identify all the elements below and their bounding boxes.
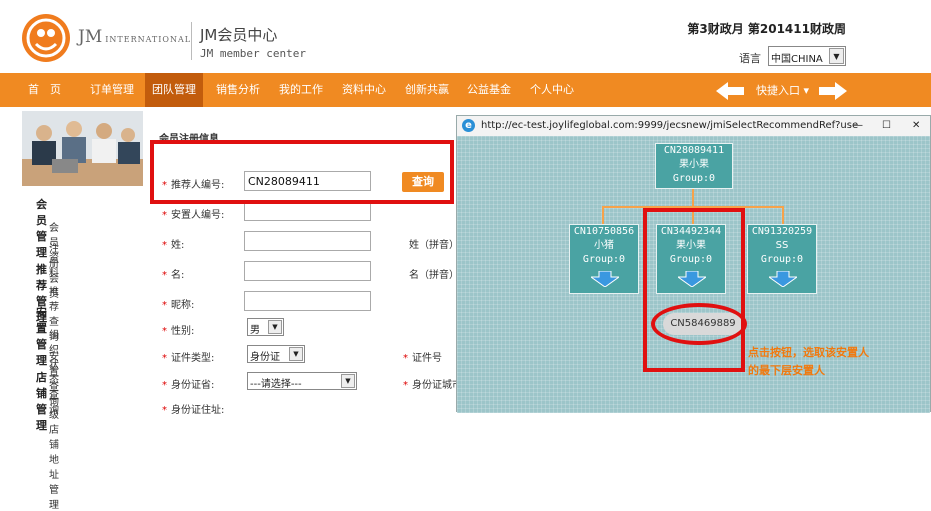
branch-highlight-box bbox=[643, 208, 745, 372]
city-label: * 身份证城市 bbox=[403, 380, 462, 391]
name-input[interactable] bbox=[244, 261, 371, 281]
surname-input[interactable] bbox=[244, 231, 371, 251]
nav-resources[interactable]: 资料中心 bbox=[342, 73, 386, 107]
chevron-down-icon: ▼ bbox=[341, 374, 355, 388]
tree-connector bbox=[782, 206, 784, 226]
nav-orders[interactable]: 订单管理 bbox=[90, 73, 134, 107]
tree-root-node[interactable]: CN28089411 果小果 Group:0 bbox=[655, 143, 733, 189]
leaf-highlight-circle bbox=[651, 303, 747, 345]
nickname-label: * 昵称: bbox=[162, 300, 195, 311]
header: JM INTERNATIONAL JM会员中心 JM member center … bbox=[0, 0, 931, 72]
gender-select[interactable]: 男 ▼ bbox=[247, 318, 284, 336]
recommend-popup: e http://ec-test.joylifeglobal.com:9999/… bbox=[456, 115, 931, 413]
nickname-input[interactable] bbox=[244, 291, 371, 311]
chevron-down-icon: ▼ bbox=[829, 48, 844, 64]
name-pinyin-label: 名（拼音） bbox=[409, 270, 459, 281]
id-type-select[interactable]: 身份证 ▼ bbox=[247, 345, 305, 363]
surname-label: * 姓: bbox=[162, 240, 185, 251]
center-title: JM会员中心 bbox=[200, 26, 278, 44]
sidebar-group-store: 店铺管理 bbox=[36, 371, 47, 432]
surname-pinyin-label: 姓（拼音） bbox=[409, 240, 459, 251]
tree-canvas: CN28089411 果小果 Group:0 CN10750856 小猪 Gro… bbox=[457, 136, 930, 413]
sidebar-group-member: 会员管理 bbox=[36, 198, 47, 259]
popup-titlebar: e http://ec-test.joylifeglobal.com:9999/… bbox=[457, 116, 930, 136]
language-select[interactable]: 中国CHINA ▼ bbox=[768, 46, 846, 66]
name-label: * 名: bbox=[162, 270, 185, 281]
download-arrow-icon[interactable] bbox=[591, 271, 619, 287]
nav-work[interactable]: 我的工作 bbox=[279, 73, 323, 107]
brand-name: JM INTERNATIONAL bbox=[78, 27, 192, 47]
tree-connector bbox=[692, 189, 694, 207]
popup-url: http://ec-test.joylifeglobal.com:9999/je… bbox=[481, 120, 859, 131]
placement-input[interactable] bbox=[244, 201, 371, 221]
chevron-down-icon: ▼ bbox=[268, 320, 282, 334]
annotation-text: 点击按钮，选取该安置人 的最下层安置人 bbox=[748, 346, 869, 377]
nav-sales[interactable]: 销售分析 bbox=[216, 73, 260, 107]
sidebar-group-placement: 安置管理 bbox=[36, 306, 47, 367]
arrow-left-icon[interactable] bbox=[716, 82, 744, 100]
jm-logo[interactable] bbox=[22, 14, 70, 62]
referrer-highlight-box bbox=[150, 140, 454, 204]
tree-child-node[interactable]: CN91320259 SS Group:0 bbox=[747, 224, 817, 294]
language-label: 语言 bbox=[739, 52, 761, 65]
id-type-label: * 证件类型: bbox=[162, 353, 215, 364]
fiscal-period: 第3财政月 第201411财政周 bbox=[687, 22, 846, 36]
nav-home[interactable]: 首 页 bbox=[28, 73, 61, 107]
team-photo bbox=[22, 111, 143, 186]
nav-charity[interactable]: 公益基金 bbox=[467, 73, 511, 107]
minimize-icon[interactable]: — bbox=[853, 116, 863, 136]
tree-connector bbox=[602, 206, 604, 226]
address-label: * 身份证住址: bbox=[162, 405, 225, 416]
id-number-label: * 证件号 bbox=[403, 353, 442, 364]
download-arrow-icon[interactable] bbox=[769, 271, 797, 287]
tree-child-node[interactable]: CN10750856 小猪 Group:0 bbox=[569, 224, 639, 294]
sidebar-item-store-address[interactable]: 一级店铺地址管理 bbox=[49, 391, 59, 511]
nav-innovation[interactable]: 创新共赢 bbox=[405, 73, 449, 107]
province-select[interactable]: ---请选择--- ▼ bbox=[247, 372, 357, 390]
close-icon[interactable]: ✕ bbox=[912, 116, 920, 136]
center-subtitle: JM member center bbox=[200, 47, 306, 60]
province-label: * 身份证省: bbox=[162, 380, 215, 391]
browser-e-icon: e bbox=[462, 119, 475, 132]
nav-personal[interactable]: 个人中心 bbox=[530, 73, 574, 107]
nav-team[interactable]: 团队管理 bbox=[145, 73, 203, 107]
arrow-right-icon[interactable] bbox=[819, 82, 847, 100]
header-divider bbox=[191, 22, 192, 60]
placement-label: * 安置人编号: bbox=[162, 210, 225, 221]
gender-label: * 性别: bbox=[162, 326, 195, 337]
chevron-down-icon: ▼ bbox=[289, 347, 303, 361]
quick-entry[interactable]: 快捷入口 ▾ bbox=[756, 82, 809, 98]
maximize-icon[interactable]: ☐ bbox=[882, 116, 891, 136]
logo-figure-icon bbox=[26, 18, 66, 58]
